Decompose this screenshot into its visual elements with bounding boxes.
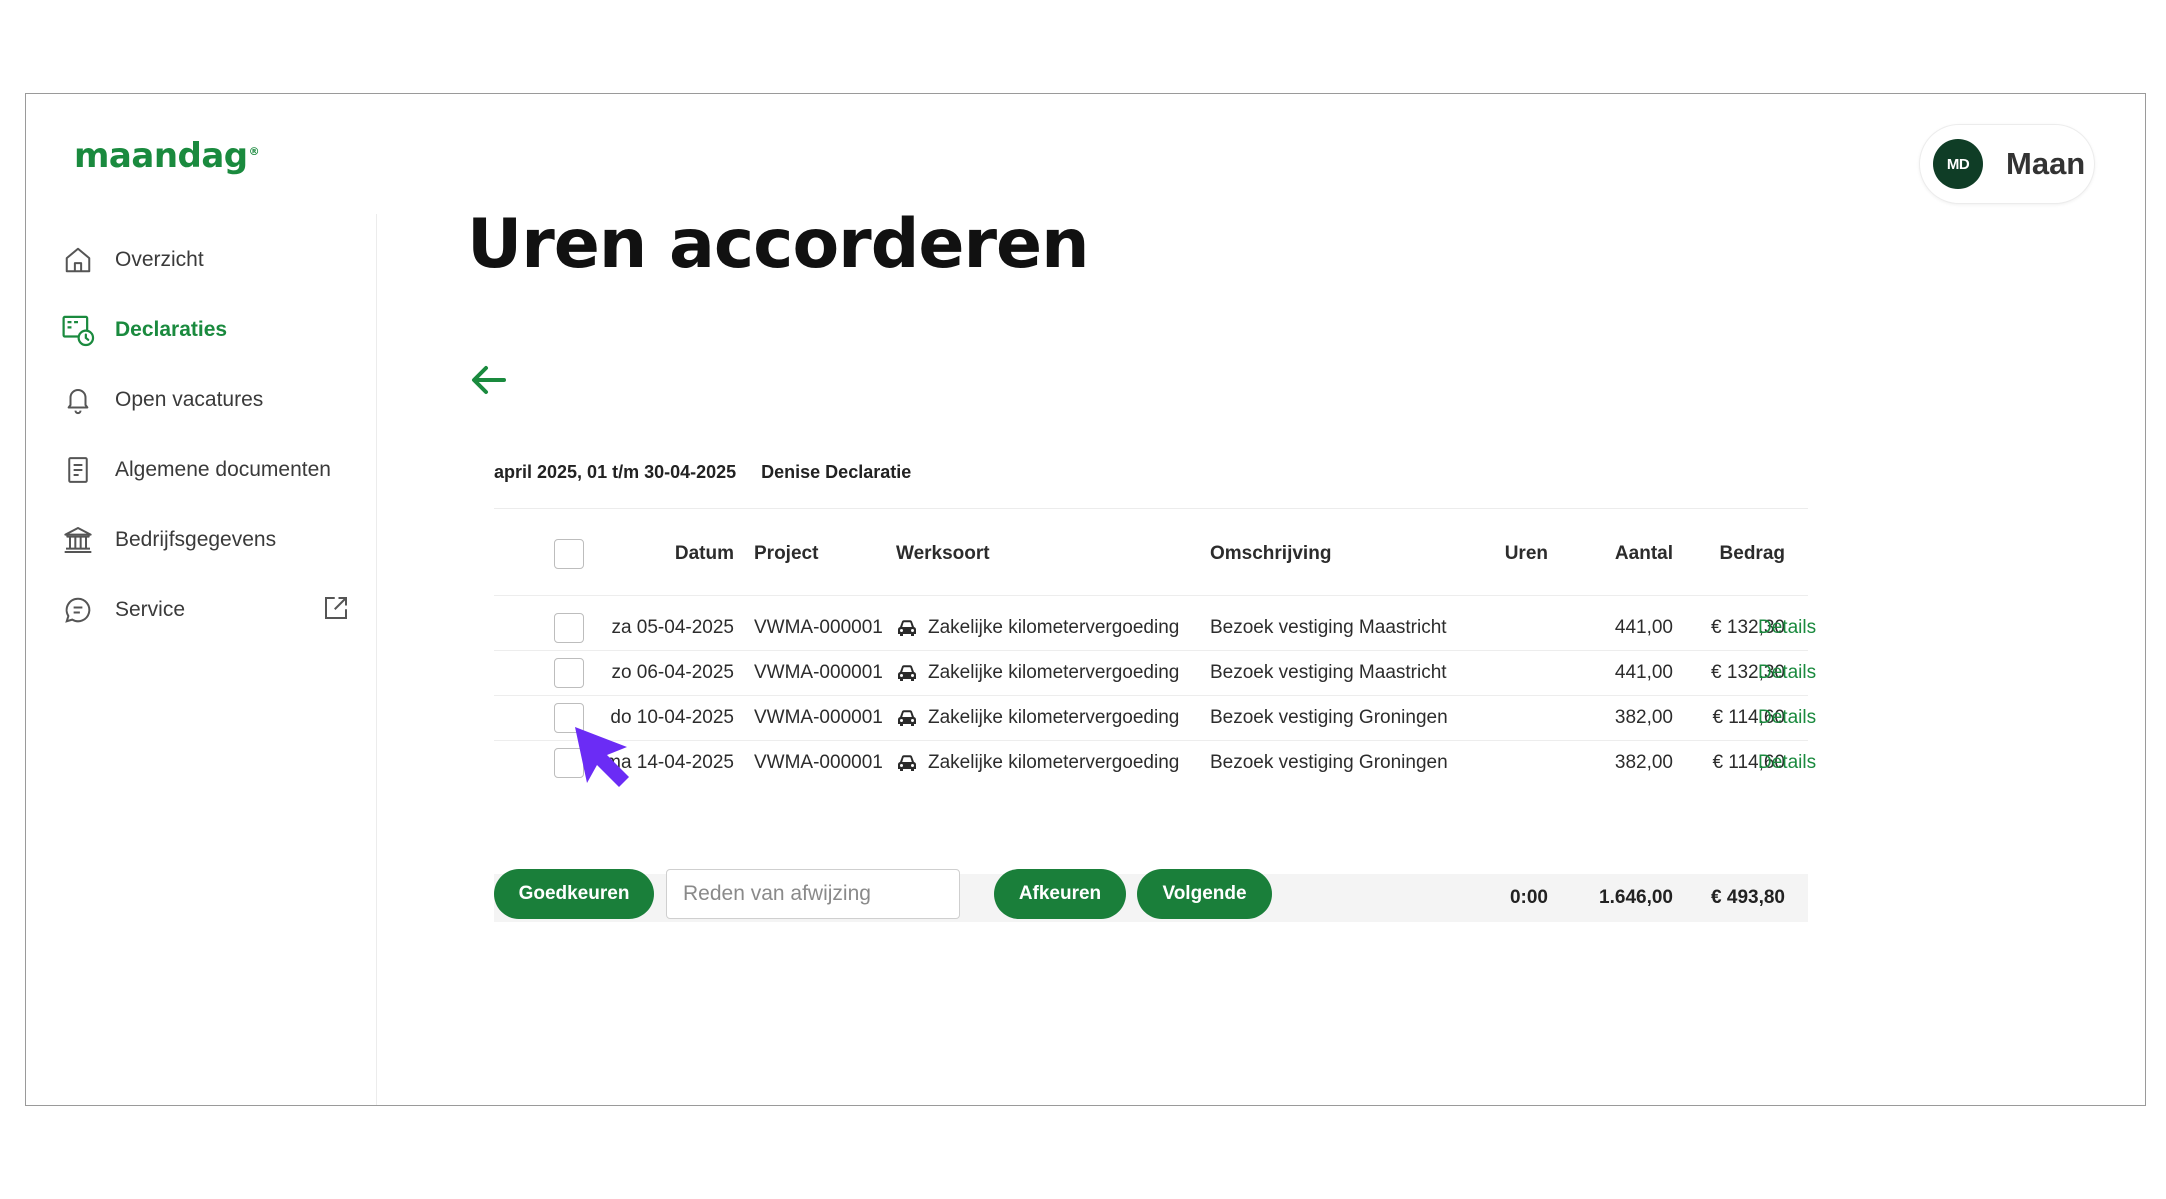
cell-project: VWMA-000001 (754, 662, 883, 683)
cell-werksoort: Zakelijke kilometervergoeding (928, 707, 1180, 728)
external-link-icon[interactable] (321, 593, 351, 628)
bell-icon (61, 383, 95, 417)
total-bedrag: € 493,80 (1711, 887, 1785, 908)
column-header-datum[interactable]: Datum (594, 528, 734, 580)
cell-uren (1454, 606, 1548, 650)
document-icon (61, 453, 95, 487)
user-menu-button[interactable]: MD Maan (1919, 124, 2095, 204)
column-header-aantal[interactable]: Aantal (1554, 528, 1673, 580)
cell-werksoort: Zakelijke kilometervergoeding (928, 662, 1180, 683)
column-header-omschrijving[interactable]: Omschrijving (1210, 528, 1331, 580)
sidebar-item-label: Algemene documenten (115, 458, 331, 481)
approve-button[interactable]: Goedkeuren (494, 869, 654, 919)
cell-aantal: 441,00 (1614, 617, 1673, 638)
cell-uren (1454, 696, 1548, 740)
details-link[interactable]: Details (1758, 662, 1816, 684)
sidebar: Overzicht Declaraties Open vacatures Alg… (26, 214, 377, 1105)
car-icon (896, 708, 918, 728)
table-row: do 10-04-2025 VWMA-000001 Zakelijke kilo… (494, 696, 1816, 740)
declarations-clock-icon (61, 313, 95, 347)
table-row: ma 14-04-2025 VWMA-000001 Zakelijke kilo… (494, 741, 1816, 785)
cell-werksoort: Zakelijke kilometervergoeding (928, 752, 1180, 773)
row-divider (494, 595, 1808, 596)
user-name: Maan (2006, 146, 2086, 181)
avatar: MD (1933, 139, 1983, 189)
rejection-reason-input[interactable] (666, 869, 960, 919)
cell-omschrijving: Bezoek vestiging Maastricht (1210, 662, 1447, 683)
sidebar-item-label: Open vacatures (115, 388, 264, 411)
cell-omschrijving: Bezoek vestiging Maastricht (1210, 617, 1447, 638)
sidebar-item-service[interactable]: Service (61, 586, 351, 634)
next-button[interactable]: Volgende (1137, 869, 1272, 919)
select-all-checkbox[interactable] (554, 539, 584, 569)
page-title: Uren accorderen (467, 205, 1090, 284)
car-icon (896, 753, 918, 773)
sidebar-item-overzicht[interactable]: Overzicht (61, 236, 351, 284)
back-arrow-icon[interactable] (470, 363, 508, 402)
table-row: zo 06-04-2025 VWMA-000001 Zakelijke kilo… (494, 651, 1816, 695)
sidebar-item-bedrijfsgegevens[interactable]: Bedrijfsgegevens (61, 516, 351, 564)
cell-aantal: 382,00 (1614, 707, 1673, 728)
maandag-logo[interactable]: maandag® (74, 136, 260, 176)
sidebar-item-label: Overzicht (115, 248, 204, 271)
cell-datum: do 10-04-2025 (610, 707, 734, 728)
car-icon (896, 663, 918, 683)
column-header-bedrag[interactable]: Bedrag (1684, 528, 1785, 580)
details-link[interactable]: Details (1758, 752, 1816, 774)
home-icon (61, 243, 95, 277)
cell-datum: zo 06-04-2025 (611, 662, 734, 683)
cell-project: VWMA-000001 (754, 617, 883, 638)
reject-button[interactable]: Afkeuren (994, 869, 1126, 919)
cell-werksoort: Zakelijke kilometervergoeding (928, 617, 1180, 638)
cell-uren (1454, 741, 1548, 785)
sidebar-item-label: Declaraties (115, 318, 228, 341)
cell-aantal: 441,00 (1614, 662, 1673, 683)
chat-icon (61, 593, 95, 627)
cell-project: VWMA-000001 (754, 707, 883, 728)
table-header-row: Datum Project Werksoort Omschrijving Ure… (494, 528, 1808, 580)
cell-omschrijving: Bezoek vestiging Groningen (1210, 752, 1448, 773)
total-uren: 0:00 (1509, 887, 1548, 908)
sidebar-item-declaraties[interactable]: Declaraties (61, 306, 351, 354)
sidebar-item-algemene-documenten[interactable]: Algemene documenten (61, 446, 351, 494)
column-header-uren[interactable]: Uren (1454, 528, 1548, 580)
table-top-divider (494, 508, 1808, 509)
bank-icon (61, 523, 95, 557)
period-label: april 2025, 01 t/m 30-04-2025 (494, 462, 737, 482)
cell-uren (1454, 651, 1548, 695)
declaration-name: Denise Declaratie (761, 462, 912, 482)
cell-project: VWMA-000001 (754, 752, 883, 773)
cell-datum: ma 14-04-2025 (605, 752, 734, 773)
cell-aantal: 382,00 (1614, 752, 1673, 773)
details-link[interactable]: Details (1758, 617, 1816, 639)
cell-datum: za 05-04-2025 (611, 617, 734, 638)
table-row: za 05-04-2025 VWMA-000001 Zakelijke kilo… (494, 606, 1816, 650)
column-header-werksoort[interactable]: Werksoort (896, 528, 990, 580)
car-icon (896, 618, 918, 638)
sidebar-item-label: Bedrijfsgegevens (115, 528, 277, 551)
details-link[interactable]: Details (1758, 707, 1816, 729)
cell-omschrijving: Bezoek vestiging Groningen (1210, 707, 1448, 728)
total-aantal: 1.646,00 (1599, 887, 1673, 908)
sidebar-item-label: Service (115, 598, 186, 621)
sidebar-item-open-vacatures[interactable]: Open vacatures (61, 376, 351, 424)
declaration-period: april 2025, 01 t/m 30-04-2025 Denise Decl… (494, 462, 911, 483)
column-header-project[interactable]: Project (754, 528, 818, 580)
